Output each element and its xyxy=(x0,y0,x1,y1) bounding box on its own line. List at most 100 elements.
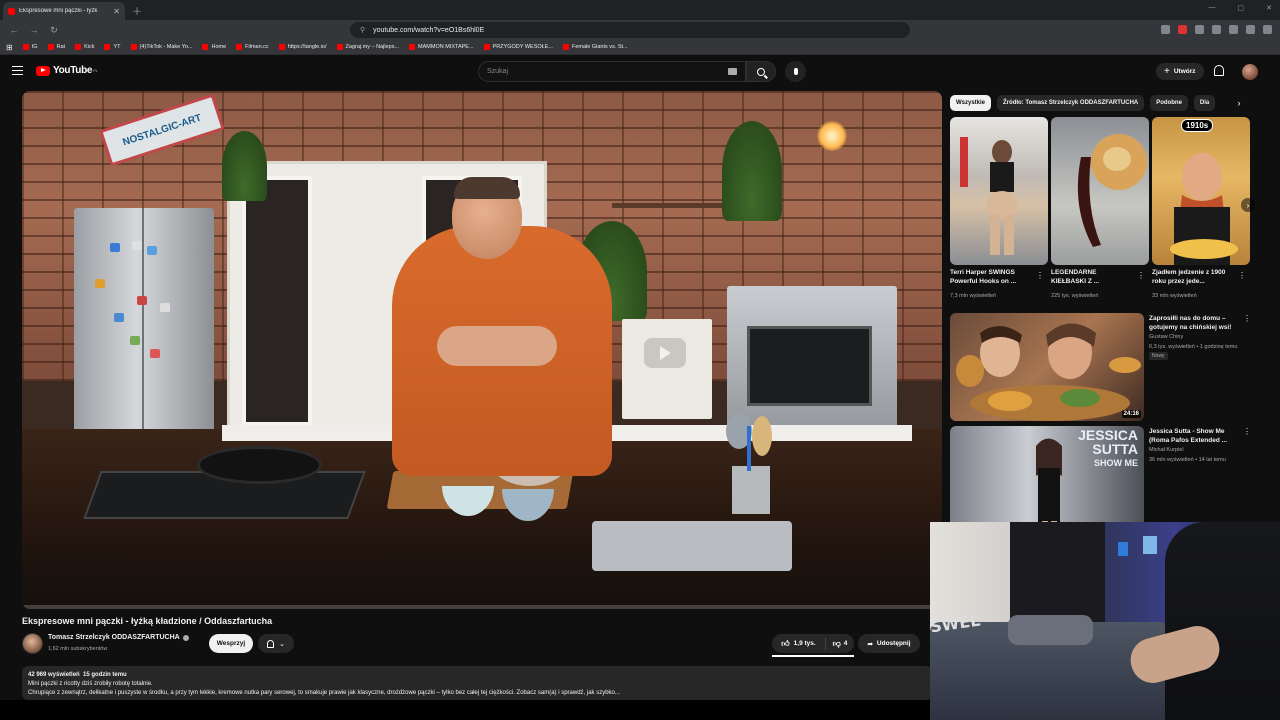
bookmark-item[interactable]: YT xyxy=(104,44,121,50)
video-title[interactable]: Zaprosiłli nas do domu – gotujemy na chi… xyxy=(1149,314,1245,332)
bookmark-favicon-icon xyxy=(130,44,137,50)
like-dislike-group: 👍︎ 1,9 tys. 👎︎ 4 xyxy=(772,634,854,653)
extension-icon[interactable] xyxy=(1229,25,1238,34)
bookmark-item[interactable]: Home xyxy=(202,44,226,50)
extension-icon[interactable] xyxy=(1246,25,1255,34)
short-thumbnail[interactable] xyxy=(1152,117,1250,265)
filter-chip[interactable]: Podobne xyxy=(1150,95,1188,111)
bookmark-item[interactable]: IG xyxy=(22,44,38,50)
bookmark-favicon-icon xyxy=(75,44,82,50)
short-views: 225 tys. wyświetleń xyxy=(1051,293,1099,299)
description-box[interactable]: 42 969 wyświetleń 15 godzin temu Mini pą… xyxy=(22,666,932,700)
dislike-button[interactable]: 👎︎ 4 xyxy=(826,639,854,649)
minimize-icon[interactable]: — xyxy=(1209,4,1216,12)
video-thumbnail[interactable]: 24:16 xyxy=(950,313,1144,421)
more-options-icon[interactable]: ⋮ xyxy=(1243,427,1251,436)
site-info-icon[interactable]: ⚲ xyxy=(360,26,365,34)
extension-icon[interactable] xyxy=(1161,25,1170,34)
bookmark-item[interactable]: Zagraj.my – Najleps... xyxy=(336,44,399,50)
video-magnet xyxy=(130,336,140,345)
filter-chip[interactable]: Źródło: Tomasz Strzelczyk ODDASZFARTUCHA xyxy=(997,95,1145,111)
chevron-right-icon[interactable]: › xyxy=(1241,198,1255,212)
video-magnet xyxy=(147,246,157,255)
close-tab-icon[interactable]: ✕ xyxy=(113,7,120,16)
reload-icon[interactable]: ↻ xyxy=(48,25,60,36)
verified-icon xyxy=(182,634,189,641)
channel-avatar[interactable] xyxy=(22,633,43,654)
bookmark-item[interactable]: Rat xyxy=(47,44,66,50)
share-button[interactable]: ➦ Udostępnij xyxy=(858,634,920,653)
search-input[interactable]: Szukaj xyxy=(478,61,746,82)
share-icon: ➦ xyxy=(867,640,873,648)
extension-icon[interactable] xyxy=(1212,25,1221,34)
bookmark-item[interactable]: Filman.cc xyxy=(236,44,269,50)
video-magnet xyxy=(137,296,147,305)
bookmark-item[interactable]: MAMMON MIXTAPE... xyxy=(409,44,474,50)
menu-icon[interactable] xyxy=(12,66,23,75)
bookmark-item[interactable]: https://tangle.io/ xyxy=(278,44,327,50)
bookmark-item[interactable]: (4)TikTok - Make Yo... xyxy=(130,44,192,50)
create-button[interactable]: + Utwórz xyxy=(1156,63,1204,80)
extension-icon[interactable] xyxy=(1195,25,1204,34)
video-lamp xyxy=(817,121,847,151)
avatar[interactable] xyxy=(1242,64,1258,80)
video-magnet xyxy=(95,279,105,288)
filter-chip[interactable]: Wszystkie xyxy=(950,95,992,111)
close-window-icon[interactable]: ✕ xyxy=(1266,4,1272,12)
youtube-favicon-icon xyxy=(8,7,15,15)
short-thumbnail-art xyxy=(1170,153,1238,265)
new-tab-icon[interactable]: ＋ xyxy=(132,3,142,18)
video-progress-track[interactable] xyxy=(22,605,942,609)
thumbs-down-icon: 👎︎ xyxy=(832,638,841,648)
channel-name[interactable]: Michał Kurpiel xyxy=(1149,447,1184,453)
video-player[interactable]: NOSTALGIC-ART xyxy=(22,91,942,609)
bookmark-label: MAMMON MIXTAPE... xyxy=(418,44,474,50)
extension-icon[interactable] xyxy=(1178,25,1187,34)
video-title[interactable]: Jessica Sutta - Show Me (Roma Pafos Exte… xyxy=(1149,427,1245,445)
channel-name-row[interactable]: Tomasz Strzelczyk ODDASZFARTUCHA xyxy=(48,634,189,641)
bookmark-favicon-icon xyxy=(278,44,285,50)
filter-chip[interactable]: Dla xyxy=(1193,95,1216,111)
browser-tab[interactable]: Ekspresowe mni pączki - łyżk ✕ xyxy=(3,2,125,20)
video-thumbnail[interactable]: JESSICA SUTTA SHOW ME xyxy=(950,426,1144,534)
more-options-icon[interactable]: ⋮ xyxy=(1137,271,1145,280)
channel-name: Tomasz Strzelczyk ODDASZFARTUCHA xyxy=(48,634,180,641)
plus-icon: + xyxy=(1164,66,1170,77)
join-button[interactable]: Wesprzyj xyxy=(209,634,253,653)
menu-icon[interactable] xyxy=(1263,25,1272,34)
keyboard-icon[interactable] xyxy=(728,68,737,75)
short-title[interactable]: Terri Harper SWINGS Powerful Hooks on ..… xyxy=(950,269,1042,286)
subscribed-button[interactable]: ⌄ xyxy=(258,634,294,653)
maximize-icon[interactable]: ▢ xyxy=(1238,4,1245,12)
webcam-overlay: SWEL xyxy=(930,522,1280,720)
channel-name[interactable]: Gustaw Chiny xyxy=(1149,334,1183,340)
short-title[interactable]: LEGENDARNE KIEŁBASKI Z ... xyxy=(1051,269,1131,286)
forward-icon[interactable]: → xyxy=(28,25,40,35)
video-person-hands xyxy=(437,326,557,366)
bookmark-favicon-icon xyxy=(409,44,416,50)
short-thumbnail[interactable] xyxy=(1051,117,1149,265)
video-magnet xyxy=(110,243,120,252)
like-button[interactable]: 👍︎ 1,9 tys. xyxy=(772,637,826,650)
bookmark-item[interactable]: PRZYGODY WESOŁE... xyxy=(483,44,553,50)
short-title[interactable]: Zjadłem jedzenie z 1900 roku przez jede.… xyxy=(1152,269,1234,286)
bookmark-item[interactable]: Kick xyxy=(75,44,94,50)
search-button[interactable] xyxy=(746,61,776,82)
back-icon[interactable]: ← xyxy=(8,25,20,35)
video-thumbnail-art xyxy=(956,323,1141,421)
more-options-icon[interactable]: ⋮ xyxy=(1036,271,1044,280)
bookmark-label: Rat xyxy=(56,44,66,50)
bookmark-item[interactable]: Female Giants vs. St... xyxy=(562,44,628,50)
more-options-icon[interactable]: ⋮ xyxy=(1243,314,1251,323)
bookmark-favicon-icon xyxy=(336,44,343,50)
voice-search-button[interactable] xyxy=(785,61,806,82)
chevron-right-icon[interactable]: › xyxy=(1232,96,1246,110)
video-meta: 6,3 tys. wyświetleń • 1 godzinę temu xyxy=(1149,344,1238,350)
short-thumbnail[interactable] xyxy=(950,117,1048,265)
video-magnet xyxy=(114,313,124,322)
url-field[interactable]: ⚲ youtube.com/watch?v=eO1Bs6hl0E xyxy=(350,22,910,38)
youtube-logo[interactable]: YouTube PL xyxy=(36,65,98,76)
apps-grid-icon[interactable]: ⊞ xyxy=(6,43,13,52)
notifications-icon[interactable] xyxy=(1214,65,1224,76)
more-options-icon[interactable]: ⋮ xyxy=(1238,271,1246,280)
